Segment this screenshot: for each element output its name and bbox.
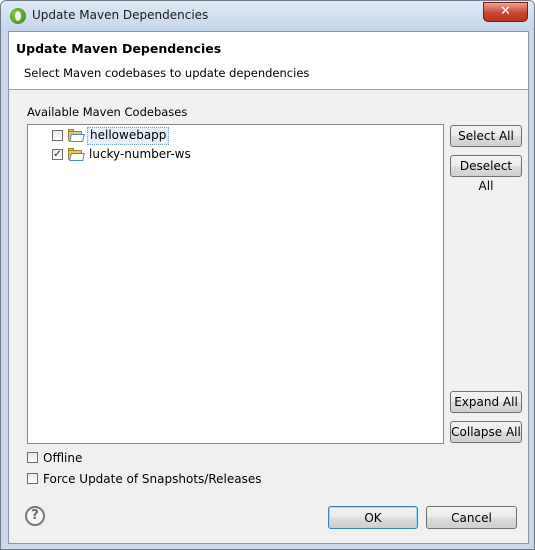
force-update-checkbox[interactable] (27, 473, 38, 484)
spring-app-icon (10, 8, 26, 24)
offline-checkbox[interactable] (27, 452, 38, 463)
codebase-checkbox-lucky-number-ws[interactable]: ✓ (52, 149, 63, 160)
codebase-checkbox-hellowebapp[interactable] (52, 130, 63, 141)
close-icon: ✕ (500, 4, 511, 19)
dialog-content: Update Maven Dependencies Select Maven c… (8, 31, 529, 544)
maven-folder-icon (68, 129, 85, 142)
cancel-button[interactable]: Cancel (426, 506, 517, 529)
close-button[interactable]: ✕ (483, 2, 528, 22)
codebases-tree[interactable]: hellowebapp ✓ lucky-number-ws (27, 124, 444, 444)
expand-all-button[interactable]: Expand All (450, 391, 522, 413)
codebase-label-lucky-number-ws[interactable]: lucky-number-ws (87, 146, 193, 162)
header-description: Select Maven codebases to update depende… (24, 66, 310, 80)
collapse-all-button[interactable]: Collapse All (450, 421, 522, 443)
help-icon[interactable]: ? (25, 506, 45, 526)
force-update-label[interactable]: Force Update of Snapshots/Releases (43, 471, 261, 487)
dialog-header: Update Maven Dependencies Select Maven c… (9, 32, 528, 90)
codebase-label-hellowebapp[interactable]: hellowebapp (87, 127, 170, 145)
select-all-button[interactable]: Select All (450, 125, 522, 147)
header-title: Update Maven Dependencies (16, 41, 222, 56)
title-bar[interactable]: Update Maven Dependencies ✕ (1, 1, 534, 31)
offline-label[interactable]: Offline (43, 450, 82, 466)
dialog-window: Update Maven Dependencies ✕ Update Maven… (0, 0, 535, 550)
codebases-label: Available Maven Codebases (27, 105, 188, 119)
deselect-all-button[interactable]: Deselect All (450, 155, 522, 193)
window-title: Update Maven Dependencies (32, 8, 209, 22)
maven-folder-icon (68, 148, 85, 161)
ok-button[interactable]: OK (328, 506, 418, 529)
